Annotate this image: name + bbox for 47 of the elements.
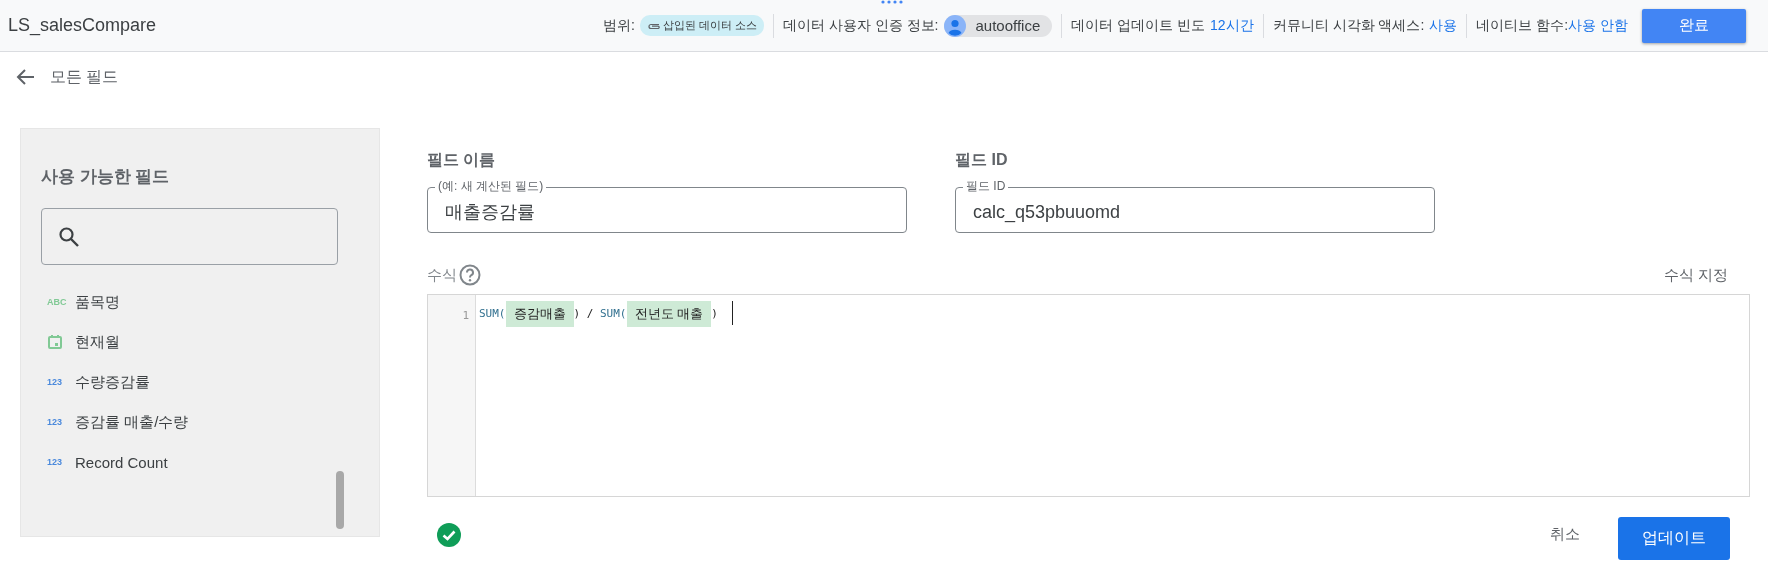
field-item[interactable]: 123 수량증감률 bbox=[41, 371, 379, 393]
formula-editor[interactable]: 1 SUM( 증감매출 ) / SUM( 전년도 매출 ) bbox=[427, 294, 1750, 497]
field-item[interactable]: ABC 품목명 bbox=[41, 291, 379, 313]
number-type-label: 123 bbox=[47, 417, 64, 427]
field-id-heading: 필드 ID bbox=[955, 150, 1009, 170]
field-name-heading: 필드 이름 bbox=[427, 150, 497, 170]
data-source-chip[interactable]: 삽입된 데이터 소스 bbox=[639, 15, 764, 36]
format-formula-link[interactable]: 수식 지정 bbox=[1663, 265, 1728, 285]
search-icon bbox=[58, 225, 80, 248]
field-chip: 전년도 매출 bbox=[626, 301, 712, 327]
freshness-label: 데이터 업데이트 빈도 bbox=[1071, 16, 1206, 35]
update-button[interactable]: 업데이트 bbox=[1618, 517, 1730, 560]
text-type-label: ABC bbox=[47, 297, 68, 307]
community-access-link[interactable]: 사용 bbox=[1429, 16, 1458, 35]
native-functions-link[interactable]: 사용 안함 bbox=[1568, 16, 1628, 35]
community-access-label: 커뮤니티 시각화 액세스: bbox=[1272, 16, 1425, 35]
native-functions-label: 네이티브 함수: bbox=[1476, 16, 1569, 35]
freshness-link[interactable]: 12시간 bbox=[1210, 16, 1254, 35]
field-id-input[interactable]: 필드 ID calc_q53pbuuomd bbox=[955, 178, 1435, 233]
operator-token: ) / bbox=[573, 306, 595, 322]
field-item[interactable]: 현재월 bbox=[41, 331, 379, 353]
credentials-label: 데이터 사용자 인증 정보: bbox=[782, 16, 939, 35]
line-number: 1 bbox=[462, 309, 469, 322]
field-item[interactable]: 123 증감률 매출/수량 bbox=[41, 411, 379, 433]
field-item[interactable]: 123 Record Count bbox=[41, 451, 379, 473]
number-type-label: 123 bbox=[47, 377, 64, 387]
formula-label: 수식 bbox=[427, 265, 457, 285]
field-chip: 증감매출 bbox=[505, 301, 574, 327]
search-field[interactable] bbox=[41, 208, 338, 265]
field-name-input[interactable]: (예: 새 계산된 필드) 매출증감률 bbox=[427, 178, 907, 233]
scrollbar-thumb[interactable] bbox=[336, 471, 344, 529]
loading-dots-icon bbox=[880, 0, 904, 5]
report-title: LS_salesCompare bbox=[8, 15, 157, 36]
back-arrow-icon[interactable] bbox=[16, 68, 36, 86]
done-button[interactable]: 완료 bbox=[1642, 8, 1746, 43]
function-token: SUM( bbox=[479, 306, 506, 322]
cancel-button[interactable]: 취소 bbox=[1546, 517, 1584, 552]
operator-token: ) bbox=[711, 306, 718, 322]
user-chip[interactable]: autooffice bbox=[943, 14, 1053, 37]
avatar-icon bbox=[943, 14, 966, 37]
help-icon[interactable] bbox=[459, 264, 481, 286]
number-type-label: 123 bbox=[47, 457, 64, 467]
back-link[interactable]: 모든 필드 bbox=[50, 66, 119, 88]
calendar-icon bbox=[47, 334, 63, 350]
function-token: SUM( bbox=[600, 306, 627, 322]
scope-label: 범위: bbox=[602, 16, 635, 35]
panel-title: 사용 가능한 필드 bbox=[41, 166, 171, 188]
